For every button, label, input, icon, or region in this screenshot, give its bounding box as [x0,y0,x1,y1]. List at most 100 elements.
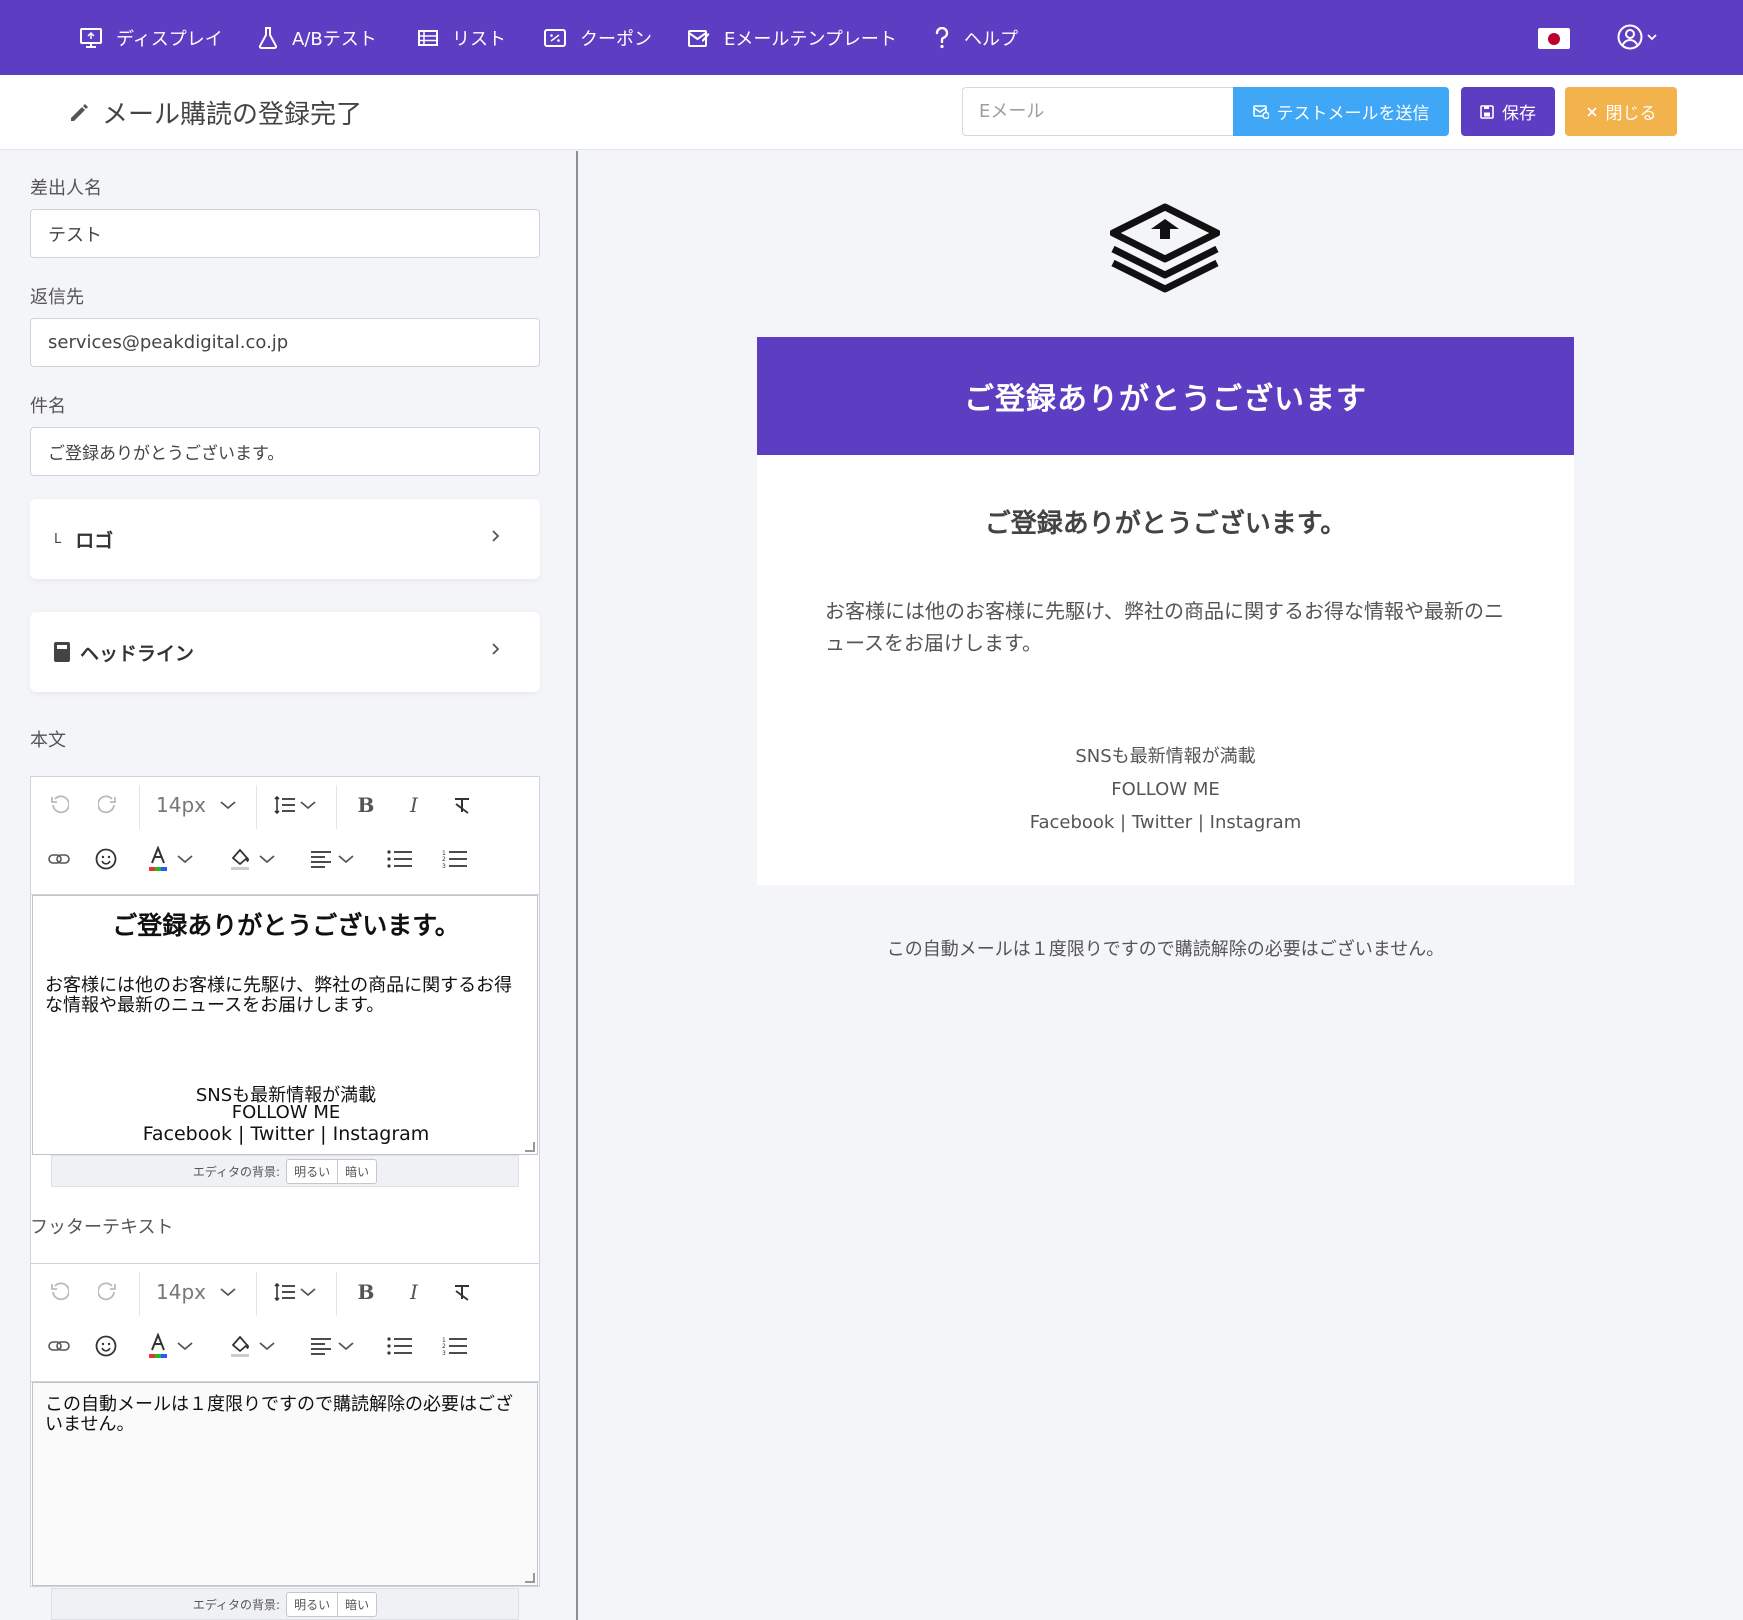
svg-text:2: 2 [442,856,446,863]
chevron-down-icon [338,1342,354,1351]
reply-to-label: 返信先 [30,287,84,308]
page-title: メール購読の登録完了 [68,75,362,150]
nav-item-help[interactable]: ヘルプ [934,0,1018,75]
resize-handle[interactable] [525,1142,535,1152]
emoji-icon[interactable] [92,841,120,877]
link-icon[interactable] [45,1328,73,1364]
body-editor-content[interactable]: ご登録ありがとうございます。 お客様には他のお客様に先駆け、弊社の商品に関するお… [32,895,538,1155]
bold-button[interactable]: B [351,1274,381,1310]
align-icon[interactable] [303,1328,361,1364]
chevron-down-icon [338,855,354,864]
close-button[interactable]: 閉じる [1565,87,1677,136]
reply-to-input[interactable]: services@peakdigital.co.jp [30,318,540,367]
logo-section[interactable]: L ロゴ [30,499,540,579]
fill-color-icon[interactable] [223,1328,281,1364]
send-test-label: テストメールを送信 [1276,104,1430,124]
page-title-text: メール購読の登録完了 [102,100,363,130]
sender-name-input[interactable]: テスト [30,209,540,258]
text-color-icon[interactable] [141,841,199,877]
font-size-value: 14px [156,793,206,817]
chevron-down-icon [220,1288,236,1297]
footer-editor: 14px B I 1 2 3 この自動メールは１度限りですので購読解除の必要はご… [30,1263,540,1587]
numbered-list-icon[interactable]: 123 [440,841,470,877]
body-editor-title: ご登録ありがとうございます。 [112,911,460,940]
nav-item-display[interactable]: ディスプレイ [80,0,223,75]
editor-bg-label: エディタの背景: [192,1597,281,1612]
nav-item-coupon[interactable]: クーポン [544,0,652,75]
user-circle-icon [1617,24,1643,50]
top-nav: ディスプレイ A/Bテスト リスト クーポン Eメールテンプレート ヘルプ [0,0,1743,75]
bullet-list-icon[interactable] [385,841,415,877]
nav-item-list[interactable]: リスト [418,0,506,75]
clear-format-icon[interactable] [447,787,477,823]
footer-editor-background-bar: エディタの背景: 明るい 暗い [51,1588,519,1620]
body-editor-follow: FOLLOW ME [231,1102,341,1123]
settings-panel: 差出人名 テスト 返信先 services@peakdigital.co.jp … [0,151,578,1620]
align-icon[interactable] [303,841,361,877]
send-email-icon [1252,104,1269,119]
logo-prefix: L [54,531,62,547]
body-editor-background-bar: エディタの背景: 明るい 暗い [51,1155,519,1187]
resize-handle[interactable] [525,1573,535,1583]
nav-item-email-template[interactable]: Eメールテンプレート [688,0,897,75]
preview-footer-text: この自動メールは１度限りですので購読解除の必要はございません。 [886,939,1445,960]
chevron-down-icon [259,1342,275,1351]
emoji-icon[interactable] [92,1328,120,1364]
test-email-input[interactable] [962,87,1233,136]
editor-bg-dark-button[interactable]: 暗い [338,1160,376,1183]
chevron-down-icon [177,1342,193,1351]
brand-logo-icon [1109,203,1221,297]
headline-section[interactable]: ヘッドライン [30,612,540,692]
redo-icon[interactable] [94,787,122,823]
text-color-icon[interactable] [141,1328,199,1364]
nav-label: リスト [452,28,506,50]
user-menu[interactable] [1617,24,1657,50]
save-button[interactable]: 保存 [1461,87,1555,136]
editor-bg-dark-button[interactable]: 暗い [338,1593,376,1616]
chevron-down-icon [220,801,236,810]
font-size-value: 14px [156,1280,206,1304]
line-height-icon[interactable] [267,1274,323,1310]
list-icon [418,29,438,46]
preview-title: ご登録ありがとうございます。 [984,509,1347,539]
preview-social-links[interactable]: Facebook | Twitter | Instagram [757,806,1574,839]
redo-icon[interactable] [94,1274,122,1310]
question-icon [935,26,949,48]
numbered-list-icon[interactable]: 123 [440,1328,470,1364]
preview-body: ご登録ありがとうございます。 お客様には他のお客様に先駆け、弊社の商品に関するお… [757,455,1574,885]
bold-button[interactable]: B [351,787,381,823]
close-icon [1586,106,1597,117]
nav-label: Eメールテンプレート [724,28,897,50]
nav-label: ヘルプ [964,28,1018,50]
undo-icon[interactable] [45,787,73,823]
subject-input[interactable]: ご登録ありがとうございます。 [30,427,540,476]
japan-flag-icon[interactable] [1538,28,1570,49]
nav-label: クーポン [580,28,652,50]
footer-editor-text: この自動メールは１度限りですので購読解除の必要はございません。 [45,1394,513,1435]
subject-label: 件名 [30,396,66,417]
editor-header: メール購読の登録完了 テストメールを送信 保存 閉じる [0,75,1743,150]
send-test-email-button[interactable]: テストメールを送信 [1233,87,1449,136]
logo-section-label: ロゴ [75,529,114,552]
chevron-right-icon [492,530,500,542]
italic-button[interactable]: I [399,787,429,823]
italic-button[interactable]: I [399,1274,429,1310]
fill-color-icon[interactable] [223,841,281,877]
editor-bg-light-button[interactable]: 明るい [287,1159,339,1183]
clear-format-icon[interactable] [447,1274,477,1310]
nav-label: A/Bテスト [292,28,377,50]
undo-icon[interactable] [45,1274,73,1310]
bullet-list-icon[interactable] [385,1328,415,1364]
link-icon[interactable] [45,841,73,877]
chevron-down-icon [1647,34,1657,41]
footer-editor-content[interactable]: この自動メールは１度限りですので購読解除の必要はございません。 [32,1382,538,1586]
font-size-select[interactable]: 14px [151,787,241,823]
font-size-select[interactable]: 14px [151,1274,241,1310]
nav-item-ab-test[interactable]: A/Bテスト [258,0,377,75]
save-label: 保存 [1502,104,1536,124]
body-label: 本文 [30,730,66,751]
editor-bg-light-button[interactable]: 明るい [287,1592,339,1616]
preview-text: お客様には他のお客様に先駆け、弊社の商品に関するお得な情報や最新のニュースをお届… [825,599,1504,655]
line-height-icon[interactable] [267,787,323,823]
footer-editor-toolbar: 14px B I 1 2 3 [31,1264,539,1382]
